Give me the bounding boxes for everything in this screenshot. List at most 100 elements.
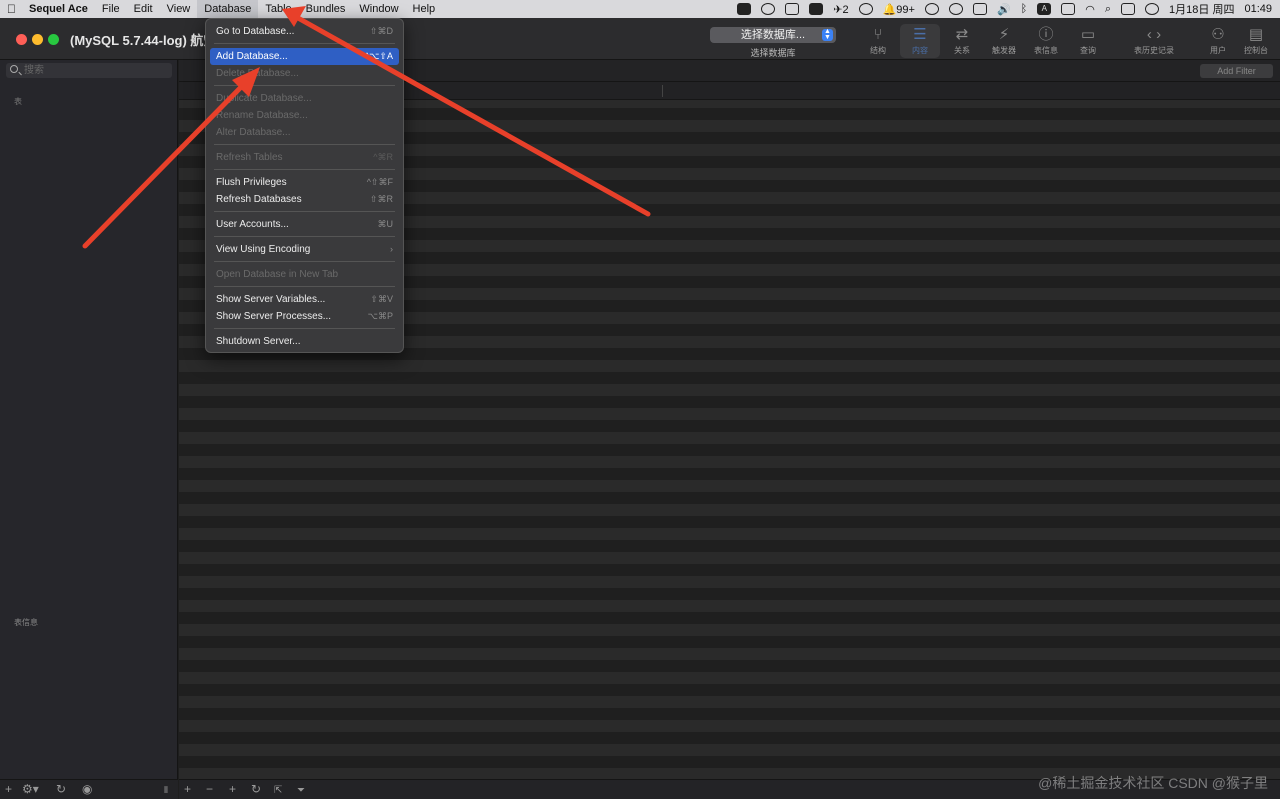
wechat-alt-icon[interactable] — [948, 3, 963, 15]
finder-status-icon[interactable] — [737, 3, 752, 15]
content-list-icon: ☰ — [913, 26, 927, 43]
column-divider[interactable] — [662, 85, 663, 97]
menu-item-label: Refresh Tables — [216, 152, 283, 163]
menu-item-shortcut: ⇧⌘D — [369, 26, 393, 36]
menu-item-refresh-databases[interactable]: Refresh Databases ⇧⌘R — [210, 191, 399, 208]
menu-item-show-server-processes[interactable]: Show Server Processes... ⌥⌘P — [210, 308, 399, 325]
search-icon — [10, 65, 18, 73]
w-app-status-icon[interactable] — [785, 3, 800, 15]
menu-file[interactable]: File — [95, 0, 127, 18]
visibility-eye-icon[interactable]: ◉ — [82, 782, 92, 796]
tab-query-label: 查询 — [1080, 46, 1096, 55]
badge-two[interactable]: ✈2 — [833, 3, 848, 16]
database-select[interactable]: 选择数据库... ▲ ▼ — [710, 27, 836, 43]
resize-handle-icon[interactable]: ⦀ — [164, 785, 168, 796]
wifi-icon[interactable]: ◠ — [1085, 3, 1095, 16]
menu-item-label: Open Database in New Tab — [216, 269, 339, 280]
menu-item-add-database[interactable]: Add Database... ^⌥⇧A — [210, 48, 399, 65]
menu-item-user-accounts[interactable]: User Accounts... ⌘U — [210, 216, 399, 233]
tab-triggers-label: 触发器 — [992, 46, 1016, 55]
close-window-button[interactable] — [16, 34, 27, 45]
table-actions-gear-icon[interactable]: ⚙▾ — [22, 782, 39, 796]
menu-item-shortcut: ⌘U — [377, 219, 394, 229]
refresh-rows-icon[interactable]: ↻ — [251, 782, 261, 796]
window-toolbar: (MySQL 5.7.44-log) 航空 选择数据库... ▲ ▼ 选择数据库 … — [0, 18, 1280, 60]
menu-item-shortcut: ^⇧⌘F — [366, 177, 393, 187]
menu-item-shortcut: ^⌥⇧A — [364, 51, 393, 61]
add-filter-button[interactable]: Add Filter — [1200, 64, 1273, 78]
menu-edit[interactable]: Edit — [127, 0, 160, 18]
battery-icon[interactable] — [1061, 3, 1076, 15]
notification-count: 99+ — [896, 3, 915, 16]
tab-structure-label: 结构 — [870, 46, 886, 55]
input-method-label: A — [1041, 4, 1047, 13]
users-button[interactable]: ⚇ 用户 — [1198, 24, 1238, 58]
menu-separator — [214, 286, 395, 287]
bluetooth-icon[interactable]: ᛒ — [1021, 3, 1028, 15]
menu-item-duplicate-database: Duplicate Database... — [210, 90, 399, 107]
table-search-input[interactable]: 搜索 — [6, 63, 172, 78]
tables-section-label: 表 — [14, 97, 22, 106]
menu-item-go-to-database[interactable]: Go to Database... ⇧⌘D — [210, 23, 399, 40]
filter-funnel-icon[interactable]: ⏷ — [297, 785, 305, 796]
tab-query[interactable]: ▭ 查询 — [1068, 24, 1108, 58]
menu-view[interactable]: View — [160, 0, 198, 18]
zoom-window-button[interactable] — [48, 34, 59, 45]
status-area: ✈2 🔔99+ 🔊 ᛒ A ◠ ⌕ 1月18日 周四 01:49 — [737, 0, 1272, 18]
t-app-status-icon[interactable] — [858, 3, 873, 15]
date-text[interactable]: 1月18日 周四 — [1169, 1, 1234, 17]
watermark-text: @稀土掘金技术社区 CSDN @猴子里 — [1038, 775, 1268, 791]
menu-app-name[interactable]: Sequel Ace — [22, 0, 95, 18]
menu-item-show-server-variables[interactable]: Show Server Variables... ⇧⌘V — [210, 291, 399, 308]
apple-menu-icon[interactable]:  — [0, 0, 22, 18]
add-row-icon[interactable]: + — [184, 782, 191, 796]
chevron-updown-icon: ▲ ▼ — [822, 28, 833, 41]
spotlight-search-icon[interactable]: ⌕ — [1105, 3, 1111, 16]
menu-item-alter-database: Alter Database... — [210, 124, 399, 141]
sidebar: 搜索 表 表信息 + ⚙▾ ↻ ◉ ⦀ — [0, 60, 178, 799]
tab-triggers[interactable]: ⚡ 触发器 — [984, 24, 1024, 58]
tab-relations[interactable]: ⇄ 关系 — [942, 24, 982, 58]
menu-item-view-using-encoding[interactable]: View Using Encoding › — [210, 241, 399, 258]
menu-item-label: Add Database... — [216, 51, 288, 62]
menu-item-label: View Using Encoding — [216, 244, 311, 255]
duplicate-row-icon[interactable]: + — [229, 782, 236, 796]
table-history-nav[interactable]: ‹ › 表历史记录 — [1128, 24, 1180, 58]
export-icon[interactable]: ⇱ — [274, 785, 282, 796]
siri-icon[interactable] — [1145, 3, 1160, 15]
time-text[interactable]: 01:49 — [1244, 3, 1272, 15]
control-center-icon[interactable] — [1121, 3, 1136, 15]
menu-item-label: Flush Privileges — [216, 177, 287, 188]
menu-window[interactable]: Window — [352, 0, 405, 18]
minimize-window-button[interactable] — [32, 34, 43, 45]
menu-item-flush-privileges[interactable]: Flush Privileges ^⇧⌘F — [210, 174, 399, 191]
console-button[interactable]: ▤ 控制台 — [1236, 24, 1276, 58]
menu-database[interactable]: Database — [197, 0, 259, 18]
structure-icon: ⑂ — [873, 26, 883, 43]
wechat-icon[interactable] — [924, 3, 939, 15]
menu-item-label: User Accounts... — [216, 219, 289, 230]
note-status-icon[interactable] — [809, 3, 824, 15]
link-status-icon[interactable] — [761, 3, 776, 15]
database-select-value: 选择数据库... — [740, 29, 806, 41]
menu-item-shortcut: ⌥⌘P — [367, 311, 393, 321]
tab-structure[interactable]: ⑂ 结构 — [858, 24, 898, 58]
remove-row-icon[interactable]: − — [206, 782, 213, 796]
menu-item-shutdown-server[interactable]: Shutdown Server... — [210, 333, 399, 350]
menu-table[interactable]: Table — [258, 0, 298, 18]
console-label: 控制台 — [1244, 46, 1268, 55]
refresh-icon[interactable]: ↻ — [56, 782, 66, 796]
table-info-section-label: 表信息 — [14, 618, 38, 627]
menu-help[interactable]: Help — [406, 0, 443, 18]
tab-relations-label: 关系 — [954, 46, 970, 55]
tab-table-info[interactable]: ⓘ 表信息 — [1026, 24, 1066, 58]
menu-item-label: Alter Database... — [216, 127, 291, 138]
notification-badge[interactable]: 🔔99+ — [883, 3, 915, 16]
menu-bundles[interactable]: Bundles — [299, 0, 353, 18]
console-icon: ▤ — [1248, 26, 1264, 43]
message-status-icon[interactable] — [972, 3, 987, 15]
volume-icon[interactable]: 🔊 — [997, 3, 1011, 16]
input-method-icon[interactable]: A — [1037, 3, 1052, 15]
tab-content[interactable]: ☰ 内容 — [900, 24, 940, 58]
add-table-icon[interactable]: + — [5, 782, 12, 796]
